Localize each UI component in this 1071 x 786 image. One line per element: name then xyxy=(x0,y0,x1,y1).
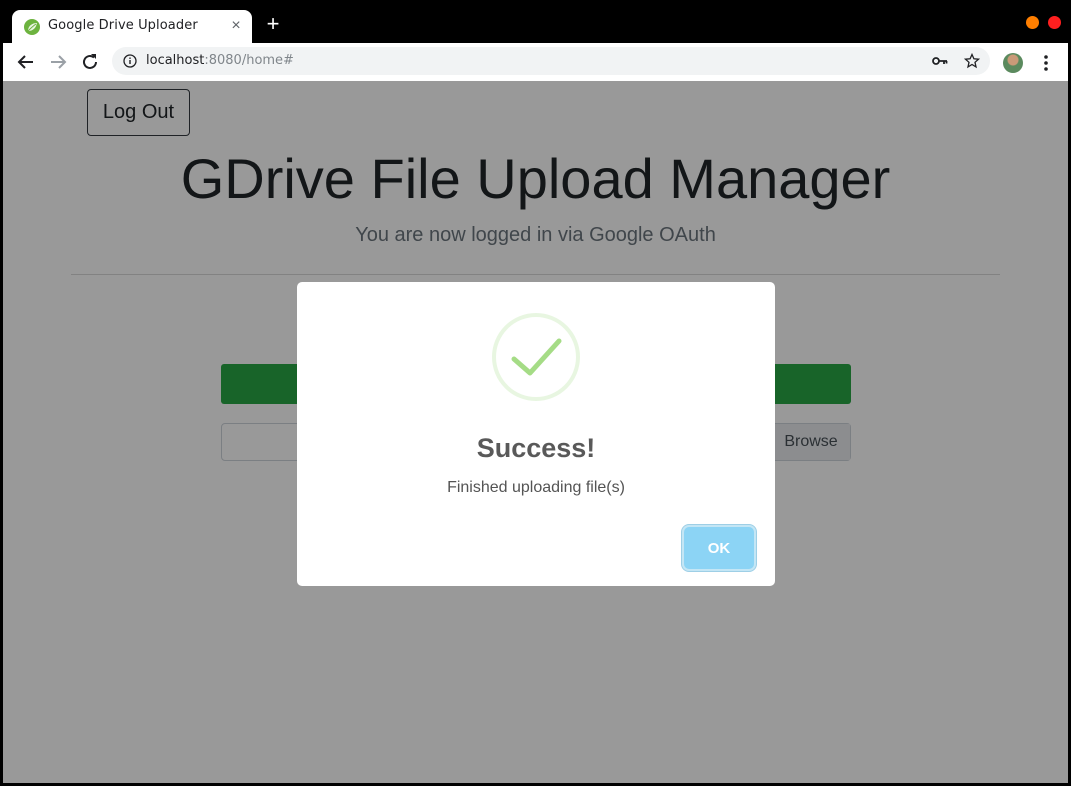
tab-close-icon[interactable]: × xyxy=(228,18,244,34)
url-host: localhost xyxy=(146,53,205,68)
page-viewport: Log Out GDrive File Upload Manager You a… xyxy=(3,81,1068,783)
window-minimize-button[interactable] xyxy=(1026,16,1039,29)
browser-tab[interactable]: Google Drive Uploader × xyxy=(12,10,252,43)
dialog-title: Success! xyxy=(476,433,596,463)
address-bar[interactable]: localhost:8080/home# xyxy=(112,47,990,75)
info-icon[interactable] xyxy=(123,54,137,68)
reload-icon[interactable] xyxy=(80,52,100,72)
url-text[interactable]: localhost:8080/home# xyxy=(146,53,294,68)
more-menu-icon[interactable] xyxy=(1038,54,1054,72)
window-close-button[interactable] xyxy=(1048,16,1061,29)
tab-strip: Google Drive Uploader × + xyxy=(3,3,1068,43)
success-check-icon xyxy=(492,313,580,401)
spring-leaf-icon xyxy=(24,19,40,35)
new-tab-button[interactable]: + xyxy=(264,13,282,35)
forward-arrow-icon[interactable] xyxy=(48,52,68,72)
ok-button[interactable]: OK xyxy=(684,527,754,569)
browser-window: Google Drive Uploader × + localhost:8080… xyxy=(3,3,1068,783)
bookmark-star-icon[interactable] xyxy=(964,53,980,69)
profile-avatar[interactable] xyxy=(1003,53,1023,73)
tab-title: Google Drive Uploader xyxy=(48,18,198,33)
back-arrow-icon[interactable] xyxy=(16,52,36,72)
key-icon[interactable] xyxy=(932,54,948,68)
url-path: :8080/home# xyxy=(204,53,294,68)
dialog-message: Finished uploading file(s) xyxy=(447,479,625,496)
browser-toolbar: localhost:8080/home# xyxy=(3,43,1068,81)
success-dialog: Success! Finished uploading file(s) OK xyxy=(297,282,775,586)
